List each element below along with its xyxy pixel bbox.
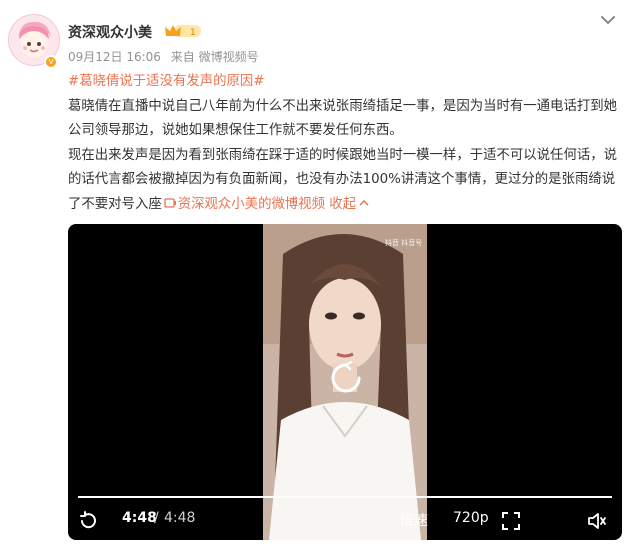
chevron-up-icon [359,199,369,206]
progress-track[interactable] [78,496,612,498]
post-source[interactable]: 来自 微博视频号 [171,50,259,64]
collapse-link[interactable]: 收起 [329,197,370,212]
fullscreen-icon[interactable] [501,511,521,531]
volume-icon[interactable] [586,510,608,532]
video-link[interactable]: 资深观众小美的微博视频 [162,197,325,212]
video-link-icon [164,197,176,208]
video-watermark: 抖音 抖音号 [385,239,423,247]
loading-icon [331,361,361,393]
video-link-label: 资深观众小美的微博视频 [177,196,326,212]
post-time[interactable]: 09月12日 16:06 [68,50,161,64]
current-time: 4:48 [122,510,157,526]
replay-icon[interactable] [77,510,99,532]
video-player[interactable]: 抖音 抖音号 4:48 / 4:48 倍速 720p [68,224,622,540]
post-meta: 09月12日 16:06 来自 微博视频号 [68,48,265,65]
hashtag-link[interactable]: #葛晓倩说于适没有发声的原因# [68,74,265,89]
post-body: #葛晓倩说于适没有发声的原因# 葛晓倩在直播中说自己八年前为什么不出来说张雨绮插… [68,70,624,217]
vip-crown-icon[interactable]: 1 [164,23,202,39]
progress-fill [78,496,612,498]
post-paragraph-1: 葛晓倩在直播中说自己八年前为什么不出来说张雨绮插足一事，是因为当时有一通电话打到… [68,98,618,139]
collapse-label: 收起 [329,196,357,212]
author-name[interactable]: 资深观众小美 [68,22,152,42]
verified-badge-icon: v [44,55,58,69]
more-chevron-icon[interactable] [598,10,618,30]
duration: 4:48 [164,510,196,526]
time-separator: / [154,510,159,526]
svg-text:1: 1 [190,28,196,38]
video-controls: 4:48 / 4:48 倍速 720p [68,506,622,536]
speed-button[interactable]: 倍速 [400,510,428,530]
quality-button[interactable]: 720p [453,510,489,526]
